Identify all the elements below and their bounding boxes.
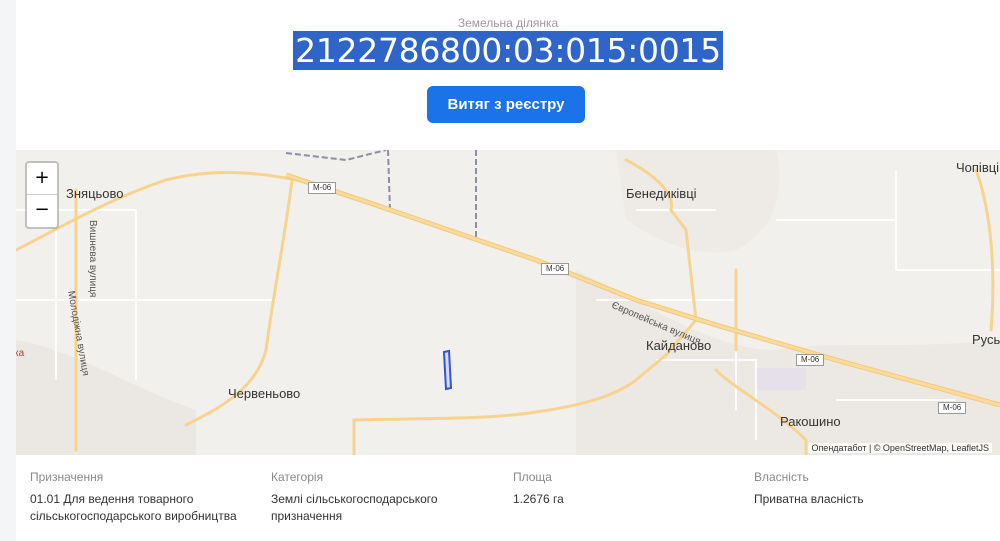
street-label: Вишнева вулиця (87, 220, 98, 298)
detail-label: Власність (754, 470, 809, 484)
parcel-details: Призначення 01.01 Для ведення товарного … (16, 455, 1000, 541)
detail-value: Землі сільськогосподарського призначення (271, 492, 438, 523)
map-attribution[interactable]: Опендатабот | © OpenStreetMap, LeafletJS (808, 443, 992, 453)
detail-value: 01.01 Для ведення товарного сільськогосп… (30, 492, 237, 523)
map-tiles (16, 150, 1000, 455)
page: Земельна ділянка 2122786800:03:015:0015 … (0, 0, 1000, 541)
zoom-control: + − (25, 161, 59, 229)
detail-ownership: Власність Приватна власність (754, 470, 974, 508)
parcel-header: Земельна ділянка 2122786800:03:015:0015 … (16, 0, 1000, 150)
place-label: Кайданово (646, 338, 712, 353)
detail-label: Площа (513, 470, 552, 484)
registry-extract-button[interactable]: Витяг з реєстру (427, 86, 585, 123)
detail-value: Приватна власність (754, 492, 864, 506)
detail-label: Призначення (30, 470, 104, 484)
detail-purpose: Призначення 01.01 Для ведення товарного … (30, 470, 250, 525)
place-label-partial: ка (16, 348, 25, 359)
place-label: Русь (972, 332, 1000, 347)
detail-category: Категорія Землі сільськогосподарського п… (271, 470, 491, 525)
zoom-in-button[interactable]: + (27, 163, 57, 194)
parcel-subtitle: Земельна ділянка (457, 16, 559, 30)
zoom-out-button[interactable]: − (27, 194, 57, 227)
cadastral-number[interactable]: 2122786800:03:015:0015 (293, 31, 723, 70)
map-view[interactable]: + − Зняцьово Бенедиківці Чопівці Кайдано… (16, 150, 1000, 455)
place-label: Ракошино (780, 414, 841, 429)
road-shield: M-06 (541, 263, 570, 275)
place-label: Червеньово (228, 386, 301, 401)
place-label: Чопівці (956, 160, 1000, 175)
detail-area: Площа 1.2676 га (513, 470, 733, 508)
detail-value: 1.2676 га (513, 492, 564, 506)
place-label: Бенедиківці (626, 186, 697, 201)
detail-label: Категорія (271, 470, 324, 484)
road-shield: M-06 (796, 354, 825, 366)
road-shield: M-06 (308, 182, 337, 194)
place-label: Зняцьово (66, 186, 124, 201)
road-shield: M-06 (938, 402, 967, 414)
